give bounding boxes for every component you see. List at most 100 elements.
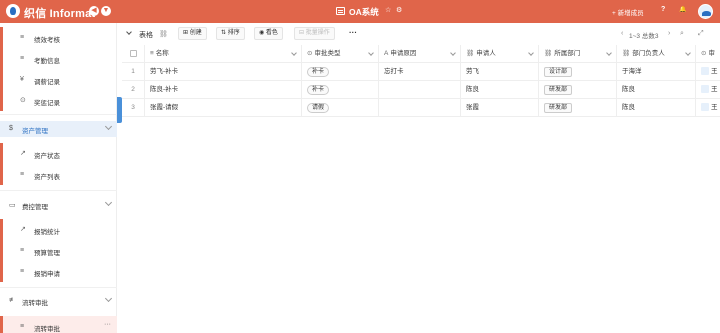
help-icon[interactable]: ? <box>661 6 665 13</box>
chevron-down-icon[interactable] <box>450 50 456 56</box>
sidebar-item-asset-list[interactable]: ≡ 资产列表 <box>0 164 117 185</box>
cell-applicant[interactable]: 陈良 <box>461 81 539 99</box>
cell-type[interactable]: 补卡 <box>302 81 379 99</box>
dept-tag: 研发部 <box>544 85 573 95</box>
table-row[interactable]: 1 劳飞-补卡 补卡 忘打卡 劳飞 设计部 于海洋 王 <box>122 63 720 81</box>
batch-action-button[interactable]: ⊟ 批量操作 <box>294 27 335 40</box>
sidebar-item-label: 报销申请 <box>34 271 60 278</box>
flag-icon <box>701 67 709 76</box>
next-page-icon[interactable]: › <box>668 30 670 37</box>
sidebar-item-attendance[interactable]: ≡ 考勤信息 <box>0 48 117 69</box>
sidebar-item-label: 奖惩记录 <box>34 100 60 107</box>
user-avatar[interactable] <box>698 4 713 19</box>
cell-applicant[interactable]: 劳飞 <box>461 63 539 81</box>
cell-type[interactable]: 请假 <box>302 99 379 117</box>
dollar-icon: $ <box>9 125 13 132</box>
sidebar-item-budget[interactable]: ≡ 预算管理 <box>0 240 117 261</box>
cell-reason[interactable] <box>379 81 461 99</box>
cell-dept[interactable]: 研发部 <box>539 81 617 99</box>
sidebar-item-asset-status[interactable]: ↗ 资产状态 <box>0 143 117 164</box>
list-icon: ≡ <box>20 268 25 275</box>
approver-text: 王 <box>711 86 718 93</box>
dropdown-icon[interactable]: ▼ <box>101 6 111 16</box>
expand-icon[interactable]: ⤢ <box>698 30 704 38</box>
checkbox[interactable] <box>130 50 137 57</box>
cell-approver[interactable]: 王 <box>696 99 720 117</box>
sidebar-item-label: 流转审批 <box>34 326 60 333</box>
chart-icon: ↗ <box>20 150 26 157</box>
column-header-approver[interactable]: ⊙ 审 <box>696 45 720 63</box>
sidebar-group-assets[interactable]: $ 资产管理 <box>0 121 117 137</box>
bell-icon[interactable]: 🔔 <box>679 6 686 13</box>
divider <box>0 287 117 288</box>
sidebar-group-label: 流转审批 <box>22 300 48 307</box>
chevron-down-icon[interactable] <box>528 50 534 56</box>
cell-applicant[interactable]: 张霞 <box>461 99 539 117</box>
sidebar-item-expense-stats[interactable]: ↗ 报销统计 <box>0 219 117 240</box>
color-button[interactable]: ◉ 看色 <box>254 27 283 40</box>
chevron-down-icon[interactable] <box>685 50 691 56</box>
cell-reason[interactable]: 忘打卡 <box>379 63 461 81</box>
column-header-applicant[interactable]: ⛓ 申请人 <box>461 45 539 63</box>
option-field-icon: ⊙ <box>701 50 707 57</box>
cell-name[interactable]: 陈良-补卡 <box>145 81 302 99</box>
create-button[interactable]: ⊞ 创建 <box>178 27 207 40</box>
column-header-dept-head[interactable]: ⛓ 部门负责人 <box>617 45 696 63</box>
sort-button[interactable]: ⇅ 排序 <box>216 27 245 40</box>
cell-name[interactable]: 劳飞-补卡 <box>145 63 302 81</box>
sidebar-item-approval-flow[interactable]: ≡ 流转审批 ··· <box>0 316 117 333</box>
column-header-reason[interactable]: A 申请原因 <box>379 45 461 63</box>
header-label: 名称 <box>155 50 169 57</box>
sidebar-group-approval[interactable]: ≢ 流转审批 <box>0 293 117 309</box>
sidebar-item-salary[interactable]: ¥ 调薪记录 <box>0 69 117 90</box>
cell-dept-head[interactable]: 陈良 <box>617 99 696 117</box>
chevron-down-icon <box>104 122 113 131</box>
more-icon[interactable]: ··· <box>349 28 357 37</box>
sidebar-group-expense[interactable]: ▭ 费控管理 <box>0 197 117 213</box>
cell-approver[interactable]: 王 <box>696 63 720 81</box>
prev-page-icon[interactable]: ‹ <box>621 30 623 37</box>
column-header-name[interactable]: ≡ 名称 <box>145 45 302 63</box>
chevron-down-icon[interactable] <box>126 29 132 35</box>
sidebar: ≡ 绩效考核 ≡ 考勤信息 ¥ 调薪记录 ⊙ 奖惩记录 $ 资产管理 ↗ 资产状… <box>0 23 117 333</box>
type-tag: 请假 <box>307 103 330 113</box>
main-content: 表格 ⛓ ⊞ 创建 ⇅ 排序 ◉ 看色 ⊟ 批量操作 ··· ‹ 1~3 总数3… <box>122 23 720 333</box>
header-label: 申请原因 <box>390 50 417 57</box>
back-icon[interactable]: ◀ <box>89 6 99 16</box>
sidebar-item-rewards[interactable]: ⊙ 奖惩记录 <box>0 90 117 111</box>
cell-dept[interactable]: 研发部 <box>539 99 617 117</box>
cell-approver[interactable]: 王 <box>696 81 720 99</box>
table-row[interactable]: 2 陈良-补卡 补卡 陈良 研发部 陈良 王 <box>122 81 720 99</box>
option-field-icon: ⊙ <box>307 50 313 57</box>
cell-dept-head[interactable]: 陈良 <box>617 81 696 99</box>
column-header-dept[interactable]: ⛓ 所属部门 <box>539 45 617 63</box>
cell-name[interactable]: 张霞-请假 <box>145 99 302 117</box>
star-icon[interactable]: ☆ <box>385 6 391 14</box>
text-icon: A <box>384 50 389 57</box>
table-row[interactable]: 3 张霞-请假 请假 张霞 研发部 陈良 王 <box>122 99 720 117</box>
list-icon: ≡ <box>20 55 25 62</box>
sidebar-item-label: 预算管理 <box>34 250 60 257</box>
sidebar-group-label: 资产管理 <box>22 128 48 135</box>
add-member-button[interactable]: + 新增成员 <box>612 7 644 17</box>
approver-text: 王 <box>711 68 718 75</box>
cell-dept[interactable]: 设计部 <box>539 63 617 81</box>
column-header-type[interactable]: ⊙ 审批类型 <box>302 45 379 63</box>
header-select-all[interactable] <box>122 45 145 63</box>
chevron-down-icon[interactable] <box>606 50 612 56</box>
chevron-down-icon[interactable] <box>291 50 297 56</box>
cell-dept-head[interactable]: 于海洋 <box>617 63 696 81</box>
cell-reason[interactable] <box>379 99 461 117</box>
search-icon[interactable]: ⌕ <box>680 30 684 38</box>
gear-icon[interactable]: ⚙ <box>396 6 402 14</box>
cell-type[interactable]: 补卡 <box>302 63 379 81</box>
more-icon[interactable]: ··· <box>104 321 111 328</box>
link-icon[interactable]: ⛓ <box>159 30 168 38</box>
sidebar-item-expense-request[interactable]: ≡ 报销申请 <box>0 261 117 282</box>
link-field-icon: ⛓ <box>466 50 475 57</box>
header-label: 部门负责人 <box>632 50 665 57</box>
chevron-down-icon[interactable] <box>368 50 374 56</box>
divider <box>0 114 117 115</box>
sidebar-item-performance[interactable]: ≡ 绩效考核 <box>0 27 117 48</box>
sidebar-item-label: 调薪记录 <box>34 79 60 86</box>
